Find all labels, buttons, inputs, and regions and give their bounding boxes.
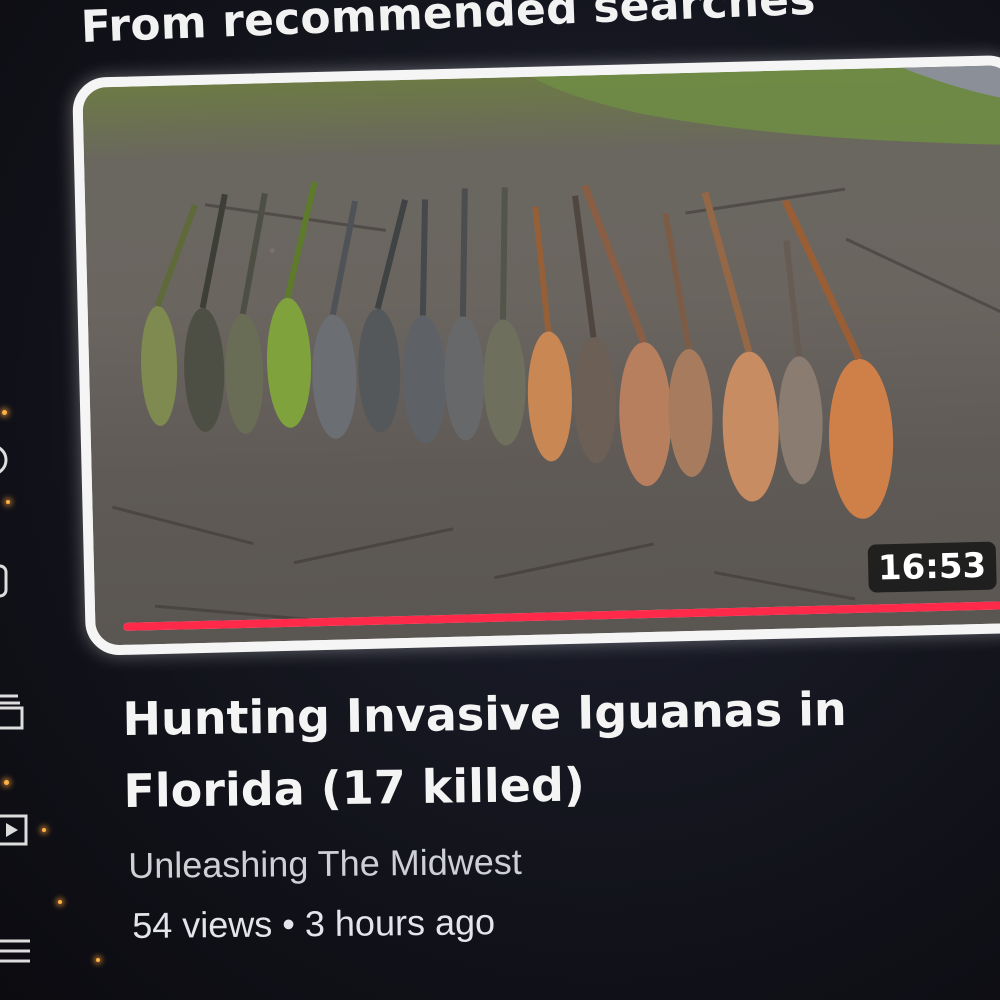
history-icon[interactable] xyxy=(0,440,10,485)
channel-name[interactable]: Unleashing The Midwest xyxy=(128,841,522,887)
subscriptions-icon[interactable] xyxy=(0,690,28,735)
video-card[interactable]: 16:53 xyxy=(72,54,1000,656)
shorts-icon[interactable] xyxy=(0,560,12,609)
library-icon[interactable] xyxy=(0,810,32,855)
left-rail xyxy=(0,380,100,1000)
section-title: From recommended searches xyxy=(80,0,817,53)
video-metadata: 54 views • 3 hours ago xyxy=(132,901,496,946)
duration-badge: 16:53 xyxy=(867,541,997,593)
menu-icon[interactable] xyxy=(0,935,34,976)
video-thumbnail[interactable]: 16:53 xyxy=(82,65,1000,646)
video-title[interactable]: Hunting Invasive Iguanas in Florida (17 … xyxy=(122,672,944,827)
